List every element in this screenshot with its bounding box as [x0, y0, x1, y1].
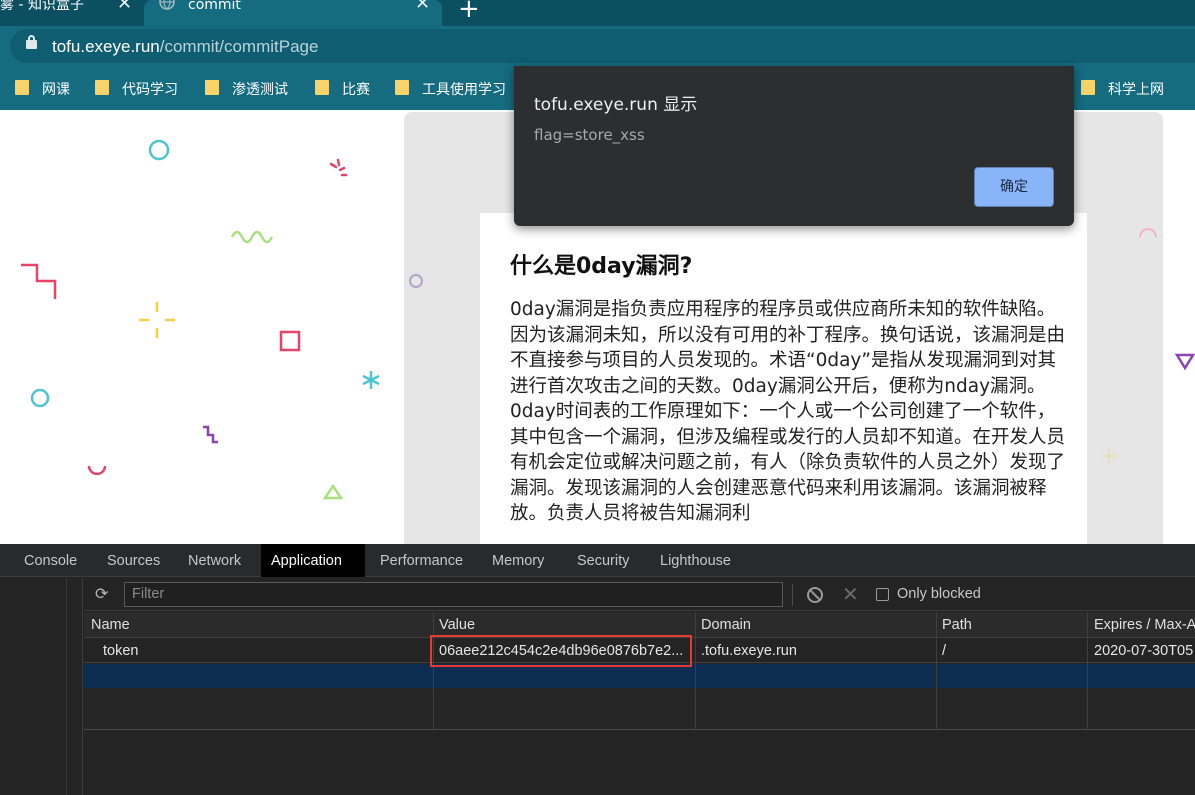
cookie-expires: 2020-07-30T05	[1094, 643, 1194, 659]
cookie-table: Name Value Domain Path Expires / Max-A t…	[84, 612, 1195, 795]
tab-commit[interactable]: commit ✕	[144, 0, 442, 26]
cyan-circle-icon	[30, 388, 50, 408]
purple-steps-icon	[203, 425, 218, 444]
tab-title: commit	[188, 0, 241, 13]
pink-arc-icon	[1139, 228, 1157, 238]
only-blocked-label: Only blocked	[897, 586, 981, 602]
only-blocked-checkbox[interactable]	[876, 588, 889, 601]
folder-icon	[315, 80, 329, 95]
alert-title: tofu.exeye.run 显示	[534, 95, 698, 115]
red-square-icon	[279, 330, 301, 352]
article-card: 什么是0day漏洞? 0day漏洞是指负责应用程序的程序员或供应商所未知的软件缺…	[480, 213, 1087, 544]
column-divider	[936, 612, 937, 730]
tab-application[interactable]: Application	[261, 544, 365, 577]
table-row-selected[interactable]	[84, 664, 1195, 688]
red-burst-icon	[329, 158, 348, 177]
filter-input[interactable]: Filter	[124, 582, 783, 607]
folder-icon	[15, 80, 29, 95]
green-squiggle-icon	[230, 230, 274, 244]
ok-button[interactable]: 确定	[974, 167, 1054, 207]
green-triangle-icon	[322, 483, 344, 500]
tab-strip: 迷雾 - 知识盒子 ✕ commit ✕ +	[0, 0, 1195, 26]
browser-toolbar: tofu.exeye.run/commit/commitPage	[0, 26, 1195, 66]
tab-network[interactable]: Network	[178, 544, 251, 577]
column-header-value[interactable]: Value	[439, 617, 475, 633]
cookie-path: /	[942, 643, 947, 659]
delete-selected-icon[interactable]: ✕	[842, 582, 859, 606]
cyan-asterisk-icon	[362, 371, 380, 389]
url-path: /commit/commitPage	[159, 37, 319, 56]
url-text[interactable]: tofu.exeye.run/commit/commitPage	[52, 37, 318, 57]
alert-dialog: tofu.exeye.run 显示 flag=store_xss 确定	[514, 66, 1074, 226]
refresh-icon[interactable]: ⟳	[95, 585, 112, 602]
folder-icon	[205, 80, 219, 95]
value-highlight-box	[430, 635, 692, 667]
column-header-domain[interactable]: Domain	[701, 617, 751, 633]
clear-all-cookies-icon[interactable]	[807, 587, 823, 603]
purple-triangle-icon	[1174, 353, 1195, 371]
cookie-domain: .tofu.exeye.run	[701, 643, 797, 659]
toolbar-divider	[792, 584, 793, 606]
sidebar-divider	[66, 578, 67, 795]
tab-lighthouse[interactable]: Lighthouse	[650, 544, 741, 577]
application-sidebar	[0, 578, 83, 795]
tab-performance[interactable]: Performance	[370, 544, 473, 577]
globe-icon	[159, 0, 175, 10]
close-icon[interactable]: ✕	[415, 0, 430, 13]
article-body: 0day漏洞是指负责应用程序的程序员或供应商所未知的软件缺陷。因为该漏洞未知，所…	[510, 299, 1066, 524]
tab-security[interactable]: Security	[567, 544, 639, 577]
tab-console[interactable]: Console	[14, 544, 87, 577]
folder-icon	[395, 80, 409, 95]
tab-sources[interactable]: Sources	[97, 544, 170, 577]
url-host: tofu.exeye.run	[52, 37, 160, 56]
devtools-panel: Console Sources Network Application Perf…	[0, 544, 1195, 795]
red-arc-icon	[87, 465, 107, 476]
tab-zhishihezi[interactable]: 迷雾 - 知识盒子 ✕	[0, 0, 142, 26]
new-tab-button[interactable]: +	[458, 0, 480, 24]
faint-cross-icon	[1101, 448, 1117, 464]
article-title: 什么是0day漏洞?	[510, 254, 693, 279]
column-divider	[433, 612, 434, 730]
lock-icon[interactable]	[26, 35, 37, 49]
tab-title: 迷雾 - 知识盒子	[0, 0, 84, 13]
folder-icon	[95, 80, 109, 95]
alert-message: flag=store_xss	[534, 126, 645, 144]
yellow-cross-icon	[139, 302, 175, 338]
confetti-decoration	[21, 139, 380, 500]
tab-memory[interactable]: Memory	[482, 544, 554, 577]
cookie-name: token	[103, 643, 139, 659]
cookie-filter-bar: ⟳ Filter ✕ Only blocked	[84, 578, 1195, 611]
column-header-name[interactable]: Name	[91, 617, 130, 633]
close-icon[interactable]: ✕	[117, 0, 132, 13]
purple-ring-icon	[409, 274, 423, 288]
devtools-tab-strip: Console Sources Network Application Perf…	[0, 544, 1195, 577]
column-header-expires[interactable]: Expires / Max-A	[1094, 617, 1195, 633]
table-row-empty	[84, 689, 1195, 730]
folder-icon	[1081, 80, 1095, 95]
red-steps-icon	[21, 263, 57, 299]
cyan-ring-icon	[148, 139, 170, 161]
column-header-path[interactable]: Path	[942, 617, 972, 633]
column-divider	[695, 612, 696, 730]
column-divider	[1087, 612, 1088, 730]
